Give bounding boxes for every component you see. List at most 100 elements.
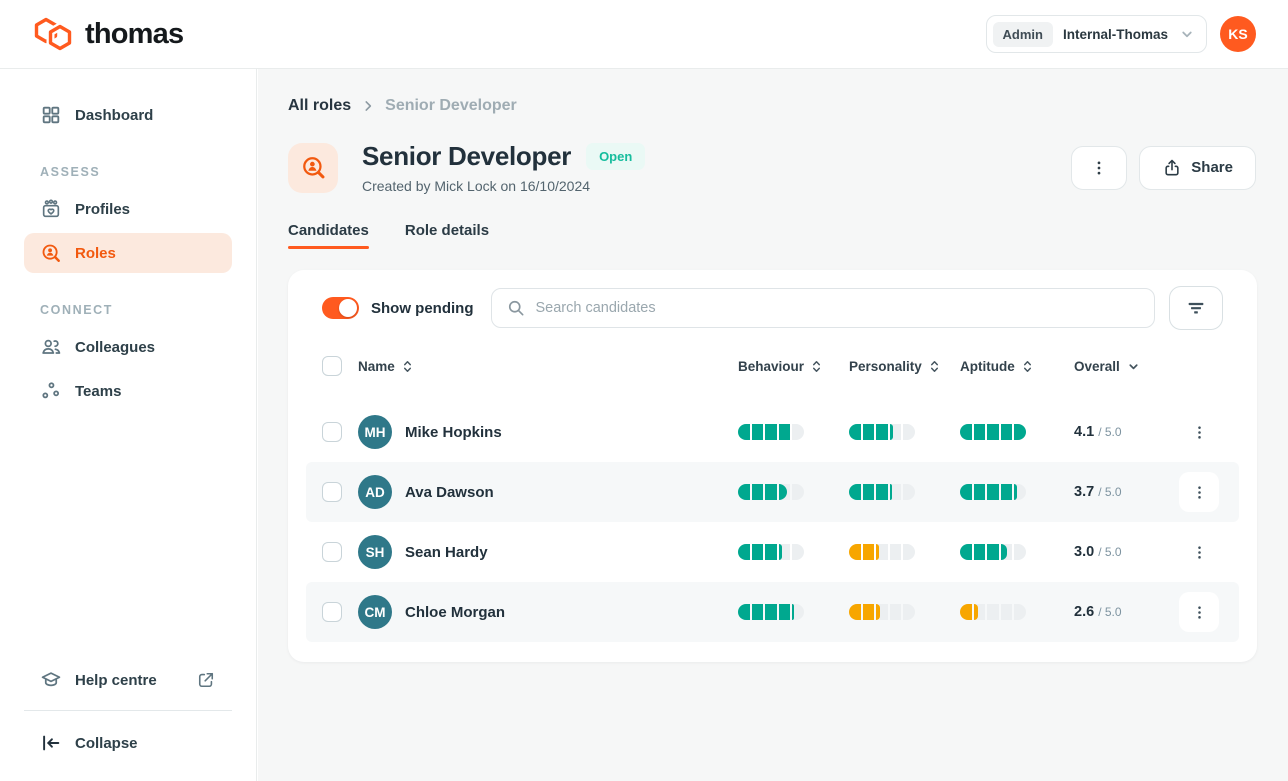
bar-segment <box>863 544 875 560</box>
aptitude-bar <box>960 544 1026 560</box>
bar-segment <box>779 484 791 500</box>
sidebar-label-dashboard: Dashboard <box>75 107 153 124</box>
row-checkbox[interactable] <box>322 422 342 442</box>
share-icon <box>1162 158 1182 178</box>
account-switcher[interactable]: Admin Internal-Thomas <box>986 15 1207 53</box>
bar-segment <box>863 604 875 620</box>
candidate-row[interactable]: MH Mike Hopkins 4.1 / 5.0 <box>306 402 1239 462</box>
show-pending-toggle[interactable] <box>322 297 359 319</box>
row-menu-button[interactable] <box>1179 532 1219 572</box>
sidebar-item-colleagues[interactable]: Colleagues <box>24 327 232 367</box>
bar-segment <box>974 604 986 620</box>
profiles-icon <box>40 198 62 220</box>
candidates-toolbar: Show pending <box>322 286 1223 330</box>
bar-segment <box>890 604 902 620</box>
toggle-knob <box>339 299 357 317</box>
bar-segment <box>765 604 777 620</box>
user-avatar[interactable]: KS <box>1220 16 1256 52</box>
row-checkbox[interactable] <box>322 542 342 562</box>
candidate-row[interactable]: AD Ava Dawson 3.7 / 5.0 <box>306 462 1239 522</box>
topbar: thomas Admin Internal-Thomas KS <box>0 0 1288 69</box>
status-badge: Open <box>586 143 645 170</box>
candidate-row[interactable]: SH Sean Hardy 3.0 / 5.0 <box>306 522 1239 582</box>
breadcrumb: All roles Senior Developer <box>288 97 1256 115</box>
org-name: Internal-Thomas <box>1063 27 1168 42</box>
avatar: CM <box>358 595 392 629</box>
personality-bar <box>849 424 915 440</box>
tab-candidates[interactable]: Candidates <box>288 222 369 249</box>
bar-segment <box>890 484 902 500</box>
row-checkbox[interactable] <box>322 602 342 622</box>
help-centre-icon <box>40 669 62 691</box>
column-header-personality[interactable]: Personality <box>849 359 960 374</box>
bar-segment <box>876 604 888 620</box>
overall-score: 2.6 / 5.0 <box>1074 604 1179 620</box>
bar-segment <box>1014 484 1026 500</box>
sidebar-item-profiles[interactable]: Profiles <box>24 189 232 229</box>
search-candidates-box <box>491 288 1156 328</box>
bar-segment <box>1001 424 1013 440</box>
row-menu-button[interactable] <box>1179 412 1219 452</box>
bar-segment <box>987 424 999 440</box>
section-label-assess: ASSESS <box>40 165 232 179</box>
column-header-behaviour[interactable]: Behaviour <box>738 359 849 374</box>
candidate-name: Ava Dawson <box>405 484 494 501</box>
tab-role-details[interactable]: Role details <box>405 222 489 249</box>
overall-value: 3.0 <box>1074 544 1094 560</box>
sidebar-label-teams: Teams <box>75 383 121 400</box>
collapse-label: Collapse <box>75 735 138 752</box>
bar-segment <box>752 484 764 500</box>
candidate-rows: MH Mike Hopkins 4.1 / 5.0 AD Ava Dawson … <box>306 402 1239 642</box>
candidate-row[interactable]: CM Chloe Morgan 2.6 / 5.0 <box>306 582 1239 642</box>
dashboard-icon <box>40 104 62 126</box>
behaviour-bar <box>738 484 804 500</box>
breadcrumb-all-roles[interactable]: All roles <box>288 97 351 115</box>
more-actions-button[interactable] <box>1071 146 1127 190</box>
filter-icon <box>1185 297 1207 319</box>
aptitude-bar <box>960 484 1026 500</box>
row-menu-button[interactable] <box>1179 592 1219 632</box>
sort-icon <box>929 359 940 374</box>
share-button[interactable]: Share <box>1139 146 1256 190</box>
page-title: Senior Developer <box>362 141 571 172</box>
row-menu-button[interactable] <box>1179 472 1219 512</box>
help-centre-link[interactable]: Help centre <box>24 660 232 700</box>
avatar: MH <box>358 415 392 449</box>
bar-segment <box>974 484 986 500</box>
show-pending-label: Show pending <box>371 300 474 317</box>
overall-suffix: / 5.0 <box>1098 545 1121 559</box>
sidebar-item-dashboard[interactable]: Dashboard <box>24 95 232 135</box>
logo-hexagons-icon <box>32 16 78 52</box>
help-centre-label: Help centre <box>75 672 157 689</box>
sort-icon <box>1022 359 1033 374</box>
aptitude-bar <box>960 604 1026 620</box>
bar-segment <box>752 424 764 440</box>
filter-button[interactable] <box>1169 286 1223 330</box>
overall-suffix: / 5.0 <box>1098 605 1121 619</box>
colleagues-icon <box>40 336 62 358</box>
bar-segment <box>960 424 972 440</box>
bar-segment <box>863 484 875 500</box>
role-subtitle: Created by Mick Lock on 16/10/2024 <box>362 178 645 194</box>
column-header-aptitude[interactable]: Aptitude <box>960 359 1074 374</box>
bar-segment <box>903 484 915 500</box>
select-all-checkbox[interactable] <box>322 356 342 376</box>
thomas-logo: thomas <box>32 16 183 52</box>
column-header-name[interactable]: Name <box>358 359 738 374</box>
row-checkbox[interactable] <box>322 482 342 502</box>
sidebar-item-roles[interactable]: Roles <box>24 233 232 273</box>
bar-segment <box>765 424 777 440</box>
bar-segment <box>876 424 888 440</box>
bar-segment <box>1001 484 1013 500</box>
overall-score: 4.1 / 5.0 <box>1074 424 1179 440</box>
bar-segment <box>1001 544 1013 560</box>
search-input[interactable] <box>536 300 1141 316</box>
bar-segment <box>738 424 750 440</box>
sidebar-item-teams[interactable]: Teams <box>24 371 232 411</box>
column-header-overall[interactable]: Overall <box>1074 359 1179 374</box>
sort-icon <box>402 359 413 374</box>
collapse-button[interactable]: Collapse <box>24 723 232 763</box>
bar-segment <box>792 604 804 620</box>
bar-segment <box>792 544 804 560</box>
roles-icon <box>40 242 62 264</box>
